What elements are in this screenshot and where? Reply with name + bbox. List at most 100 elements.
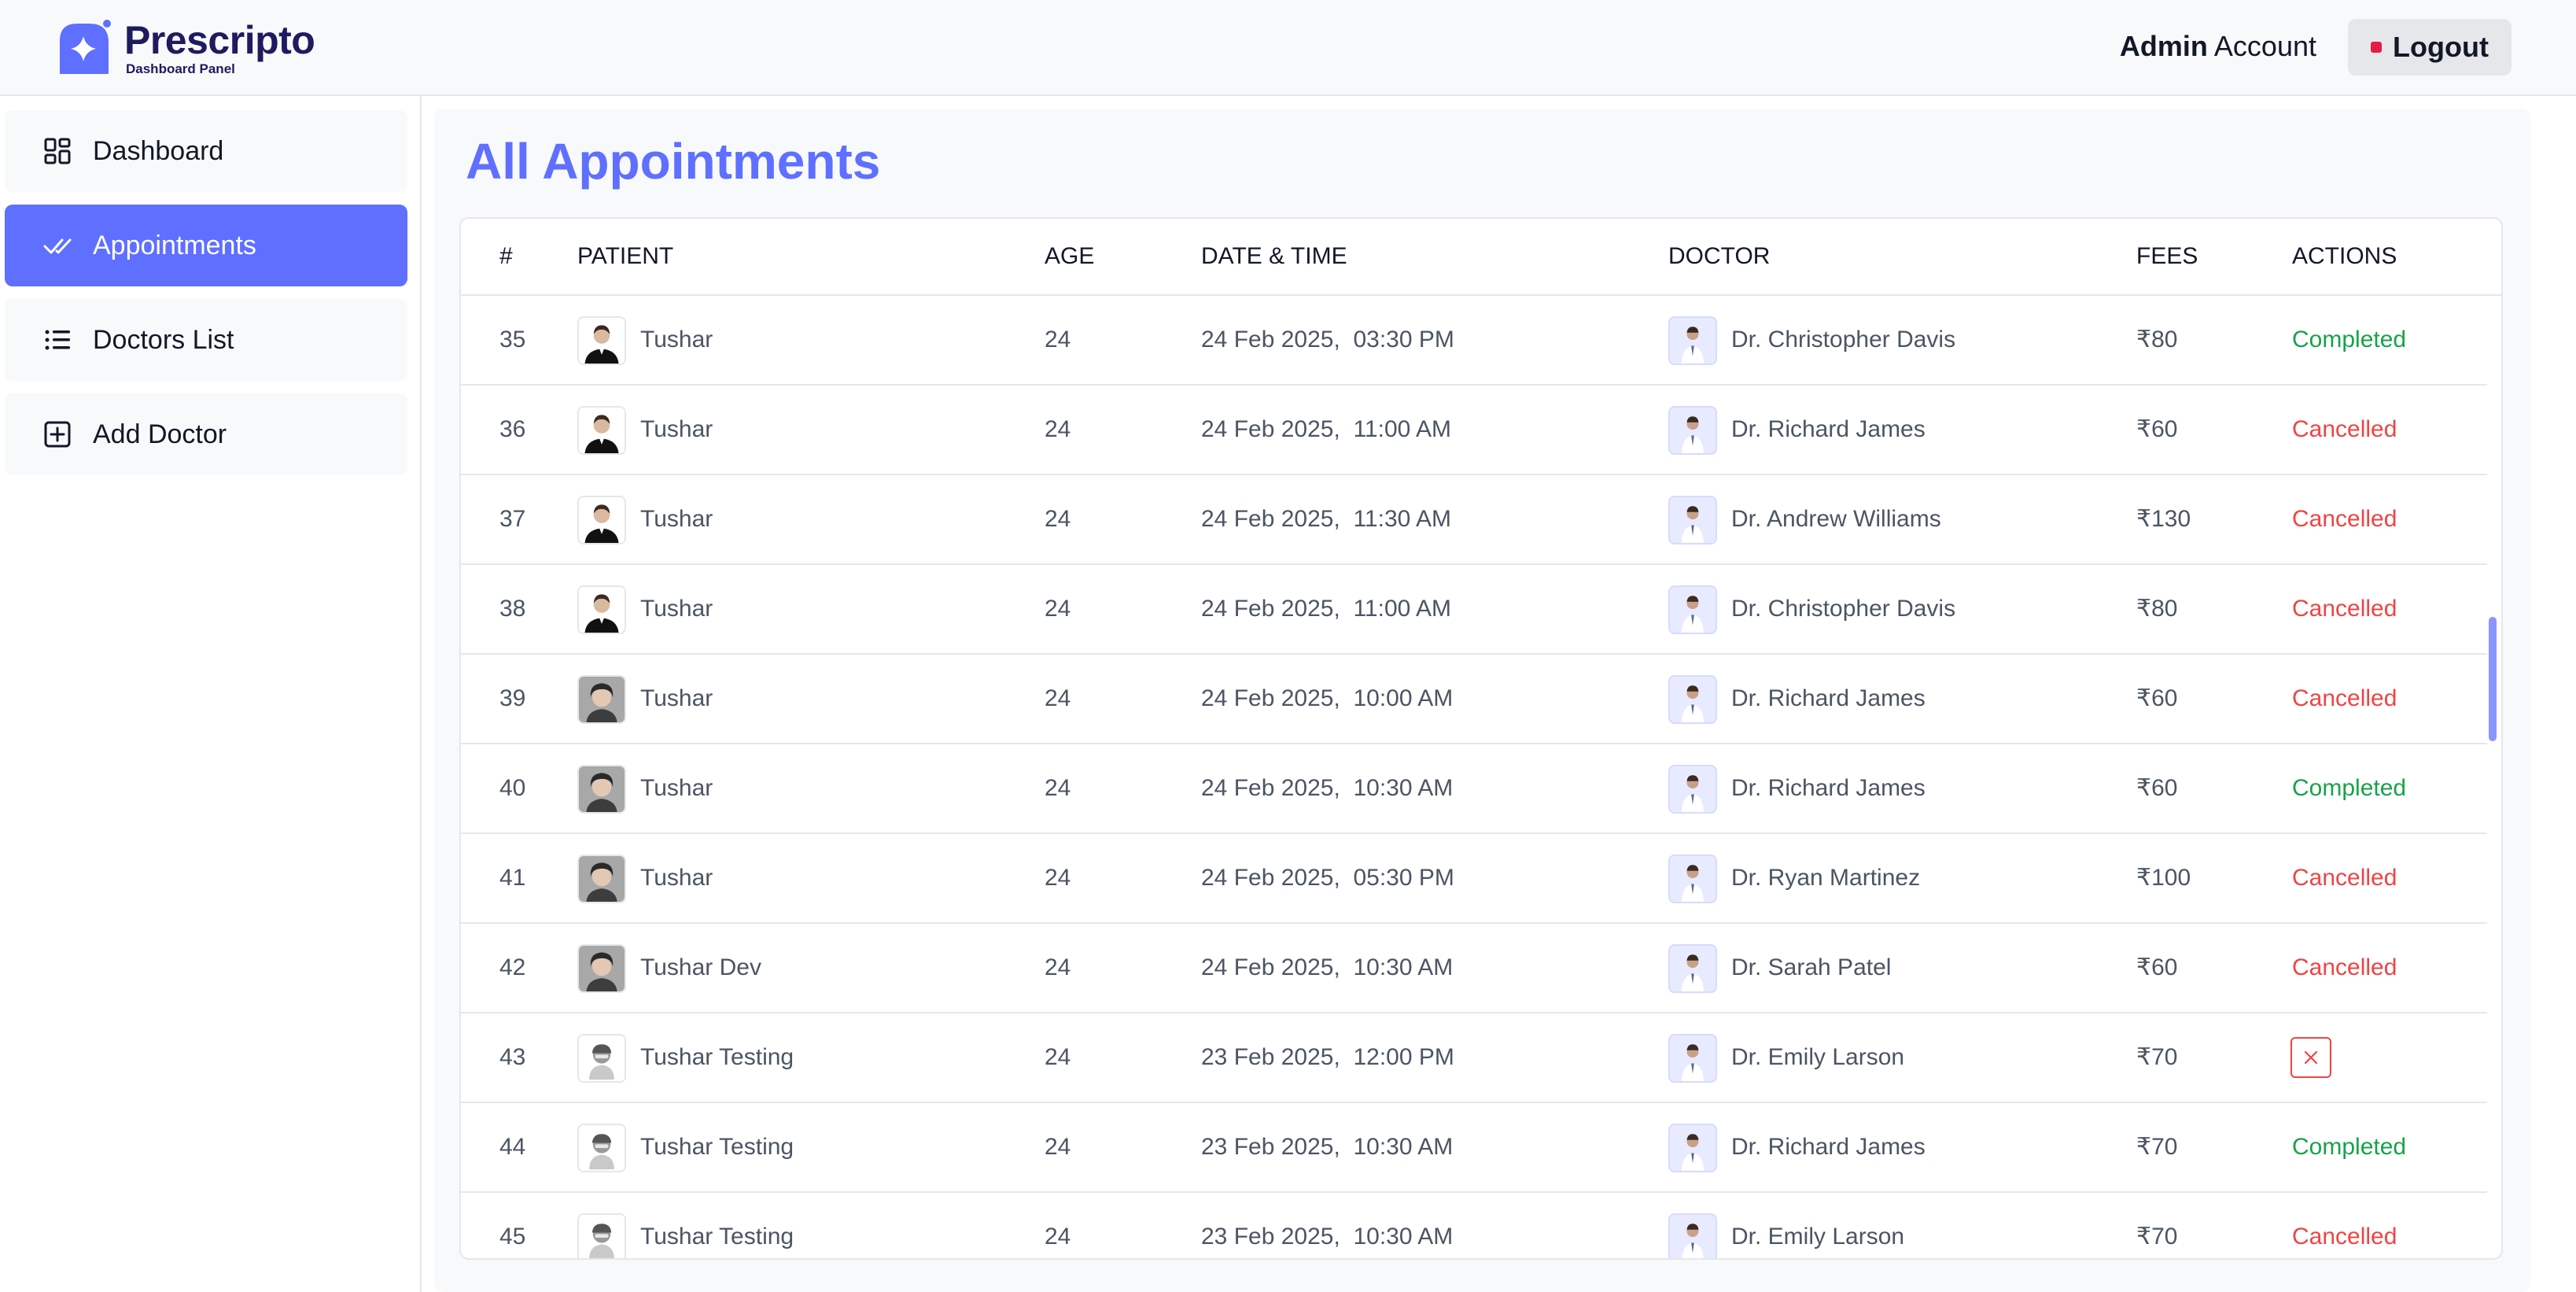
doctor-name: Dr. Richard James <box>1731 1134 1926 1160</box>
sidebar-item-doctors-list[interactable]: Doctors List <box>5 299 407 381</box>
doctor-avatar <box>1668 1124 1717 1172</box>
appointment-fees: ₹60 <box>2136 685 2178 711</box>
table-scrollbar[interactable] <box>2489 617 2497 741</box>
status-text: Cancelled <box>2292 416 2397 442</box>
sidebar-item-add-doctor[interactable]: Add Doctor <box>5 393 407 475</box>
patient-photo-icon <box>579 856 625 902</box>
appointment-datetime: 24 Feb 2025, 10:30 AM <box>1201 954 1454 980</box>
table-row: 42 Tushar Dev 24 24 Feb 2025, 10:30 AM Dr. S… <box>461 924 2487 1013</box>
patient-name: Tushar Testing <box>640 1134 794 1160</box>
appointment-datetime: 23 Feb 2025, 10:30 AM <box>1201 1224 1454 1250</box>
sidebar-item-label: Dashboard <box>93 135 224 166</box>
table-row: 38 Tushar 24 24 Feb 2025, 11:00 AM Dr. Chris… <box>461 565 2487 655</box>
patient-name: Tushar Testing <box>640 1044 794 1070</box>
column-header-age: AGE <box>1045 243 1095 269</box>
account-text: Account <box>2213 30 2316 62</box>
appointments-table: # PATIENT AGE DATE & TIME DOCTOR FEES AC… <box>459 217 2503 1260</box>
patient-age: 24 <box>1045 1044 1071 1070</box>
patient-age: 24 <box>1045 327 1071 353</box>
sidebar-item-label: Add Doctor <box>93 419 227 449</box>
doctor-name: Dr. Christopher Davis <box>1731 327 1956 353</box>
status-text: Cancelled <box>2292 1224 2397 1250</box>
doctor-avatar <box>1668 1034 1717 1083</box>
sidebar: Dashboard Appointments Doctors List Add … <box>0 96 422 1292</box>
patient-name: Tushar <box>640 506 713 532</box>
row-number: 38 <box>499 596 526 622</box>
patient-age: 24 <box>1045 506 1071 532</box>
row-number: 41 <box>499 865 526 891</box>
row-number: 37 <box>499 506 526 532</box>
patient-avatar <box>577 585 626 634</box>
patient-age: 24 <box>1045 775 1071 801</box>
patient-photo-icon <box>579 946 625 991</box>
doctor-photo-icon <box>1670 497 1715 543</box>
logout-button[interactable]: Logout <box>2348 19 2512 76</box>
column-header-fees: FEES <box>2136 243 2198 269</box>
list-icon <box>45 330 70 350</box>
cancel-appointment-button[interactable] <box>2290 1037 2331 1078</box>
doctor-name: Dr. Emily Larson <box>1731 1044 1905 1070</box>
patient-age: 24 <box>1045 685 1071 711</box>
appointment-fees: ₹60 <box>2136 954 2178 980</box>
doctor-photo-icon <box>1670 318 1715 364</box>
doctor-photo-icon <box>1670 587 1715 633</box>
patient-photo-icon <box>579 677 625 722</box>
appointment-fees: ₹80 <box>2136 327 2178 353</box>
table-row: 43 Tushar Testing 24 23 Feb 2025, 12:00 PM D… <box>461 1013 2487 1103</box>
patient-age: 24 <box>1045 1134 1071 1160</box>
column-header-doctor: DOCTOR <box>1668 243 1771 269</box>
doctor-photo-icon <box>1670 1035 1715 1081</box>
row-number: 42 <box>499 954 526 980</box>
sidebar-item-dashboard[interactable]: Dashboard <box>5 110 407 192</box>
column-header-patient: PATIENT <box>577 243 674 269</box>
doctor-photo-icon <box>1670 946 1715 991</box>
patient-avatar <box>577 496 626 544</box>
doctor-name: Dr. Sarah Patel <box>1731 954 1892 980</box>
table-row: 35 Tushar 24 24 Feb 2025, 03:30 PM Dr. Chris… <box>461 296 2487 386</box>
patient-avatar <box>577 765 626 814</box>
patient-age: 24 <box>1045 954 1071 980</box>
logout-indicator-icon <box>2371 42 2383 53</box>
patient-age: 24 <box>1045 416 1071 442</box>
appointment-fees: ₹70 <box>2136 1044 2178 1070</box>
patient-avatar-icon <box>579 1215 625 1258</box>
table-row: 36 Tushar 24 24 Feb 2025, 11:00 AM Dr. Richa… <box>461 386 2487 475</box>
doctor-avatar <box>1668 1213 1717 1258</box>
check-icon <box>43 238 72 254</box>
doctor-avatar <box>1668 765 1717 814</box>
doctor-name: Dr. Richard James <box>1731 416 1926 442</box>
row-number: 35 <box>499 327 526 353</box>
status-text: Completed <box>2292 327 2407 353</box>
sidebar-item-appointments[interactable]: Appointments <box>5 205 407 286</box>
status-text: Cancelled <box>2292 865 2397 891</box>
patient-name: Tushar <box>640 416 713 442</box>
doctor-photo-icon <box>1670 1215 1715 1258</box>
doctor-name: Dr. Emily Larson <box>1731 1224 1905 1250</box>
appointment-fees: ₹70 <box>2136 1134 2178 1160</box>
brand-subtitle: Dashboard Panel <box>126 61 235 76</box>
brand-name: Prescripto <box>124 18 315 62</box>
doctor-name: Dr. Richard James <box>1731 775 1926 801</box>
patient-avatar <box>577 1124 626 1172</box>
doctor-name: Dr. Christopher Davis <box>1731 596 1956 622</box>
appointment-datetime: 24 Feb 2025, 11:00 AM <box>1201 416 1452 442</box>
patient-name: Tushar Dev <box>640 954 761 980</box>
table-row: 40 Tushar 24 24 Feb 2025, 10:30 AM Dr. Richa… <box>461 744 2487 834</box>
top-header: Prescripto Dashboard Panel Admin Account… <box>0 0 2576 96</box>
appointment-datetime: 24 Feb 2025, 11:00 AM <box>1201 596 1452 622</box>
column-header-datetime: DATE & TIME <box>1201 243 1347 269</box>
appointment-datetime: 24 Feb 2025, 11:30 AM <box>1201 506 1452 532</box>
appointment-datetime: 24 Feb 2025, 03:30 PM <box>1201 327 1454 353</box>
patient-avatar-icon <box>579 1125 625 1171</box>
table-row: 44 Tushar Testing 24 23 Feb 2025, 10:30 AM D… <box>461 1103 2487 1193</box>
row-number: 44 <box>499 1134 526 1160</box>
account-role: Admin <box>2119 30 2208 62</box>
status-text: Cancelled <box>2292 596 2397 622</box>
appointment-fees: ₹60 <box>2136 775 2178 801</box>
doctor-name: Dr. Andrew Williams <box>1731 506 1941 532</box>
patient-avatar <box>577 1213 626 1258</box>
patient-photo-icon <box>579 408 625 453</box>
patient-photo-icon <box>579 587 625 633</box>
account-label: Admin Account <box>2120 30 2316 63</box>
appointment-datetime: 23 Feb 2025, 12:00 PM <box>1201 1044 1454 1070</box>
